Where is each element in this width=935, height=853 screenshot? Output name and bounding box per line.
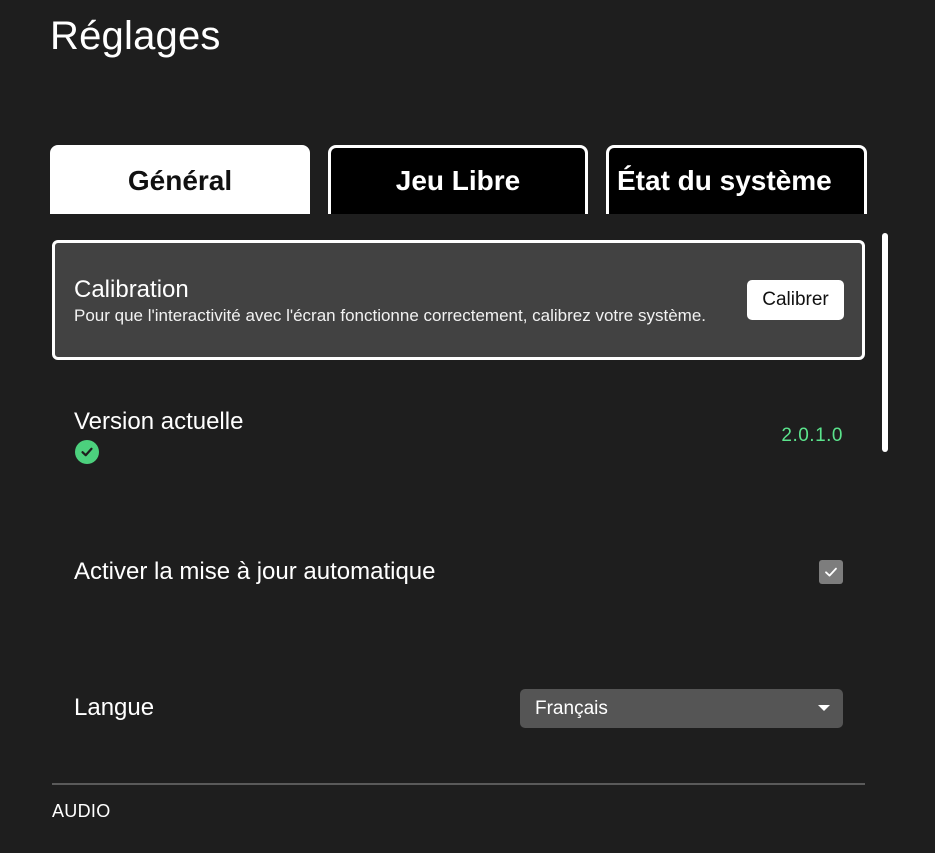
calibration-card: Calibration Pour que l'interactivité ave… [52, 240, 865, 360]
calibration-title: Calibration [74, 276, 189, 303]
section-divider [52, 783, 865, 785]
calibrate-button[interactable]: Calibrer [747, 280, 844, 320]
tab-general[interactable]: Général [50, 145, 310, 214]
audio-section-header: AUDIO [52, 801, 111, 821]
language-select[interactable]: Français [520, 689, 843, 728]
version-label: Version actuelle [74, 408, 244, 435]
settings-tabs: Général Jeu Libre État du système [50, 145, 867, 214]
checkmark-icon [825, 567, 837, 577]
page-title: Réglages [50, 14, 221, 58]
calibration-description: Pour que l'interactivité avec l'écran fo… [74, 306, 707, 325]
dropdown-arrow-icon [818, 705, 830, 711]
tab-system-status[interactable]: État du système [606, 145, 867, 214]
auto-update-checkbox[interactable] [819, 560, 843, 584]
auto-update-label: Activer la mise à jour automatique [74, 558, 436, 585]
check-circle-icon [75, 440, 99, 464]
language-selected-value: Français [535, 697, 608, 719]
tab-free-play[interactable]: Jeu Libre [328, 145, 588, 214]
version-value: 2.0.1.0 [781, 425, 843, 446]
language-label: Langue [74, 694, 155, 721]
scrollbar-thumb[interactable] [882, 233, 888, 452]
